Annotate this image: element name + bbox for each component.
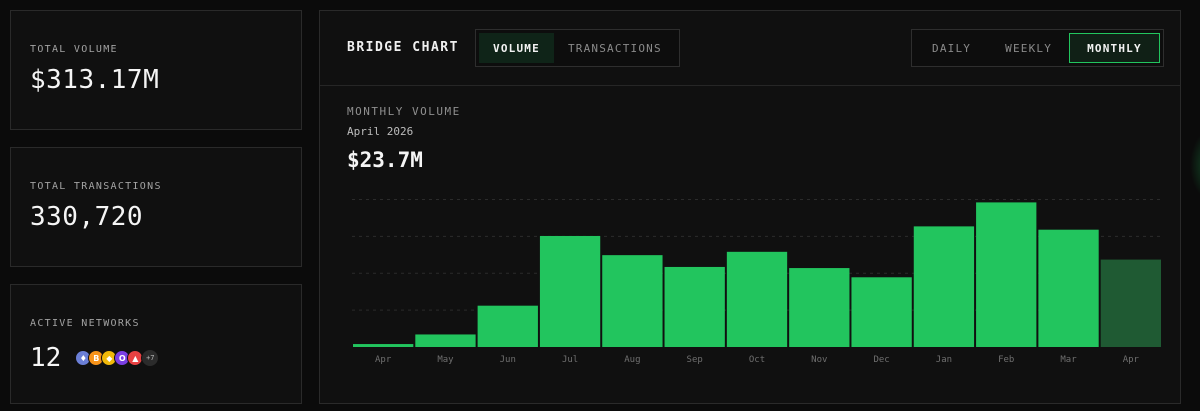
x-tick-label-1: May <box>437 355 454 365</box>
network-icons[interactable]: ♦ B ◆ O ▲ +7 <box>75 349 160 367</box>
bar-4-aug[interactable] <box>602 255 663 347</box>
volume-bar-chart: Apr May Jun Jul Aug Sep Oct Nov Dec Jan Feb Mar Apr <box>352 198 1162 365</box>
x-tick-label-5: Sep <box>687 355 703 365</box>
x-tick-label-11: Mar <box>1060 355 1077 365</box>
x-tick-label-12: Apr <box>1123 355 1140 365</box>
x-tick-label-10: Feb <box>998 355 1014 365</box>
active-networks-count: 12 <box>30 343 62 373</box>
x-tick-label-2: Jun <box>500 355 516 365</box>
active-networks-row: 12 ♦ B ◆ O ▲ +7 <box>30 343 160 373</box>
total-volume-card: TOTAL VOLUME $313.17M <box>10 10 302 130</box>
x-tick-label-9: Jan <box>936 355 952 365</box>
bridge-dashboard: TOTAL VOLUME $313.17M TOTAL TRANSACTIONS… <box>0 0 1200 411</box>
x-tick-label-3: Jul <box>562 355 578 365</box>
x-tick-label-4: Aug <box>624 355 640 365</box>
bar-5-sep[interactable] <box>664 266 725 347</box>
bar-11-mar[interactable] <box>1038 229 1099 347</box>
edge-glow <box>1190 130 1200 200</box>
total-transactions-card: TOTAL TRANSACTIONS 330,720 <box>10 147 302 267</box>
bar-1-may[interactable] <box>415 334 476 347</box>
x-tick-label-6: Oct <box>749 355 765 365</box>
total-volume-value: $313.17M <box>30 65 160 95</box>
more-networks-badge[interactable]: +7 <box>141 349 160 367</box>
active-networks-label: ACTIVE NETWORKS <box>30 318 140 329</box>
x-tick-label-0: Apr <box>375 355 392 365</box>
bar-12-apr[interactable] <box>1100 259 1161 347</box>
total-volume-label: TOTAL VOLUME <box>30 44 118 55</box>
bar-9-jan[interactable] <box>913 226 975 347</box>
bridge-chart-panel: BRIDGE CHART VOLUME TRANSACTIONS DAILY W… <box>319 10 1181 404</box>
x-tick-label-8: Dec <box>873 355 889 365</box>
bar-10-feb[interactable] <box>976 202 1037 347</box>
bar-7-nov[interactable] <box>789 268 850 347</box>
bar-6-oct[interactable] <box>726 251 788 347</box>
bar-8-dec[interactable] <box>851 277 912 347</box>
x-tick-label-7: Nov <box>811 355 827 365</box>
total-transactions-label: TOTAL TRANSACTIONS <box>30 181 162 192</box>
bar-0-apr[interactable] <box>353 344 414 347</box>
bar-3-jul[interactable] <box>539 235 601 347</box>
total-transactions-value: 330,720 <box>30 202 144 232</box>
bar-2-jun[interactable] <box>477 305 538 347</box>
active-networks-card: ACTIVE NETWORKS 12 ♦ B ◆ O ▲ +7 <box>10 284 302 404</box>
